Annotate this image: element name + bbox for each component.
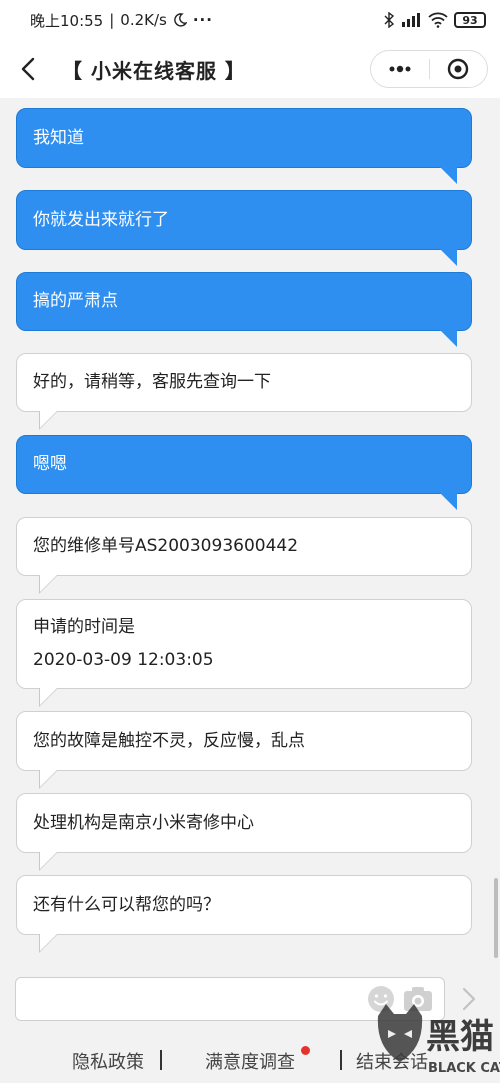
chevron-left-icon: [21, 57, 35, 81]
message-bubble: 好的，请稍等，客服先查询一下: [16, 353, 472, 430]
watermark-brand: 黑猫: [426, 1017, 494, 1057]
message-text: 好的，请稍等，客服先查询一下: [33, 372, 271, 392]
battery-icon: 93: [454, 12, 486, 28]
message-text: 您的故障是触控不灵，反应慢，乱点: [33, 730, 305, 751]
message-text: 还有什么可以帮您的吗？: [33, 894, 220, 915]
back-button[interactable]: [14, 55, 42, 83]
message-bubble: 你就发出来就行了: [16, 190, 472, 266]
message-text: 申请的时间是: [33, 617, 135, 637]
status-bar: 晚上10:55 | 0.2K/s ··· 93: [0, 0, 500, 40]
status-divider: |: [109, 11, 115, 29]
watermark-sub: BLACK CAT: [428, 1061, 500, 1076]
close-button[interactable]: [430, 51, 488, 87]
signal-icon: [402, 13, 420, 27]
message-bubble: 处理机构是南京小米寄修中心: [16, 793, 472, 871]
wifi-icon: [428, 12, 448, 28]
survey-label: 满意度调查: [205, 1052, 295, 1073]
footer-divider: [160, 1050, 162, 1070]
black-cat-watermark: 黑猫 BLACK CAT: [377, 1004, 500, 1076]
page-title: 【 小米在线客服 】: [62, 58, 246, 83]
message-text: 你就发出来就行了: [33, 209, 169, 230]
chat-area[interactable]: 我知道 你就发出来就行了 搞的严肃点 好的，请稍等，客服先查询一下 嗯嗯 您的维…: [0, 98, 500, 960]
more-icon: [389, 65, 411, 73]
moon-icon: [174, 13, 187, 27]
message-text: 处理机构是南京小米寄修中心: [33, 812, 254, 833]
bluetooth-icon: [384, 12, 394, 28]
scrollbar[interactable]: [494, 878, 498, 958]
message-bubble: 您的故障是触控不灵，反应慢，乱点: [16, 711, 472, 789]
privacy-policy-link[interactable]: 隐私政策: [72, 1048, 144, 1074]
target-icon: [448, 58, 469, 80]
message-bubble: 搞的严肃点: [16, 272, 472, 347]
message-text: 我知道: [33, 127, 84, 148]
message-bubble: 我知道: [16, 108, 472, 184]
nav-header: 【 小米在线客服 】: [0, 40, 500, 98]
more-button[interactable]: [371, 51, 429, 87]
message-bubble: 嗯嗯: [16, 435, 472, 510]
message-text: 嗯嗯: [33, 454, 67, 474]
status-speed: 0.2K/s: [120, 11, 167, 29]
message-bubble: 还有什么可以帮您的吗？: [16, 875, 472, 953]
status-time: 晚上10:55: [30, 11, 104, 30]
survey-link[interactable]: 满意度调查: [205, 1046, 310, 1074]
message-text: 2020-03-09 12:03:05: [33, 650, 214, 670]
status-left: 晚上10:55 | 0.2K/s ···: [30, 10, 213, 31]
notification-dot: [301, 1046, 310, 1055]
message-bubble: 申请的时间是 2020-03-09 12:03:05: [16, 599, 472, 707]
more-dots-icon: ···: [192, 11, 213, 29]
message-text: 搞的严肃点: [33, 291, 118, 311]
footer-divider: [340, 1050, 342, 1070]
message-text: 您的维修单号AS2003093600442: [33, 536, 299, 556]
message-bubble: 您的维修单号AS2003093600442: [16, 517, 472, 594]
status-right: 93: [384, 12, 486, 28]
mini-program-capsule: [370, 50, 488, 88]
